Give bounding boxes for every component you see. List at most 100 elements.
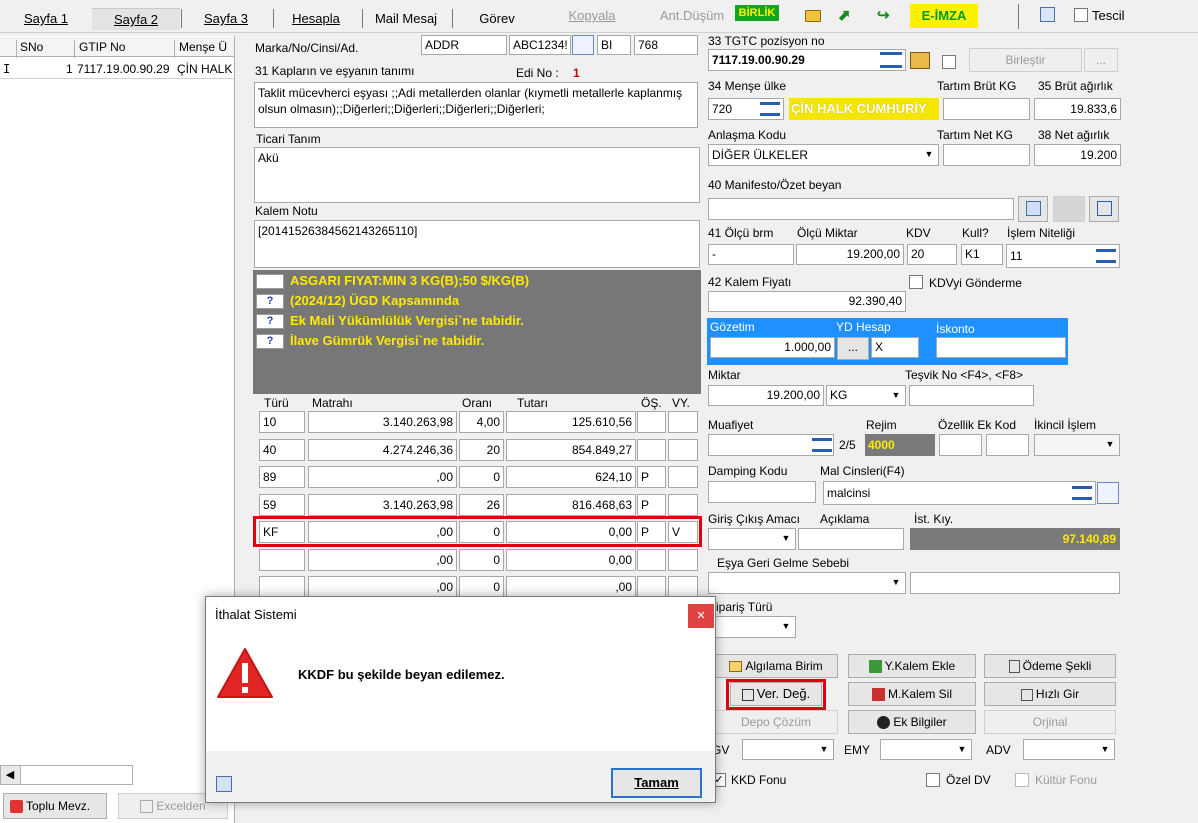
marka-field-4[interactable]: 768 <box>634 35 698 55</box>
tax-tutar[interactable]: ,00 <box>506 576 636 598</box>
tgtc-field[interactable]: 7117.19.00.90.29 <box>708 49 906 71</box>
net-field[interactable]: 19.200 <box>1034 144 1121 166</box>
col-sno[interactable]: SNo <box>16 40 43 58</box>
anlasma-select[interactable]: DİĞER ÜLKELER ▼ <box>708 144 939 166</box>
kull-field[interactable]: K1 <box>961 244 1003 265</box>
tescil-checkbox[interactable] <box>1074 8 1088 22</box>
odeme-sekli-button[interactable]: Ödeme Şekli <box>984 654 1116 678</box>
tax-os[interactable] <box>637 439 666 461</box>
ek-bilgiler-button[interactable]: Ek Bilgiler <box>848 710 976 734</box>
tax-vy[interactable] <box>668 439 698 461</box>
tax-os[interactable] <box>637 411 666 433</box>
hizli-gir-button[interactable]: Hızlı Gir <box>984 682 1116 706</box>
mal-cins-lookup-icon[interactable] <box>1072 486 1092 500</box>
algilama-birim-button[interactable]: Algılama Birim <box>714 654 838 678</box>
iskonto-field[interactable] <box>936 337 1066 358</box>
kopyala-button[interactable]: Kopyala <box>555 5 629 27</box>
toplu-mevz-button[interactable]: Toplu Mevz. <box>3 793 107 819</box>
col-mense[interactable]: Menşe Ü <box>174 40 227 58</box>
help-icon[interactable]: ? <box>256 314 284 330</box>
mail-mesaj-button[interactable]: Mail Mesaj <box>366 8 446 30</box>
kalem-notu-textarea[interactable]: [20141526384562143265110] <box>254 220 700 268</box>
ikincil-select[interactable]: ▼ <box>1034 434 1120 456</box>
help-icon[interactable]: ? <box>256 294 284 310</box>
tax-tutar[interactable]: 854.849,27 <box>506 439 636 461</box>
tax-tur[interactable]: 40 <box>259 439 305 461</box>
brut-field[interactable]: 19.833,6 <box>1034 98 1121 120</box>
search-doc-icon[interactable] <box>1040 7 1055 22</box>
tax-tur[interactable]: 59 <box>259 494 305 516</box>
mense-lookup-icon[interactable] <box>760 102 780 116</box>
box-icon[interactable] <box>910 52 930 69</box>
giris-select[interactable]: ▼ <box>708 528 796 550</box>
tax-oran[interactable]: 0 <box>459 549 504 571</box>
tax-oran[interactable]: 0 <box>459 576 504 598</box>
e-imza-button[interactable]: E-İMZA <box>910 4 978 28</box>
redo-arrow-icon[interactable]: ↪ <box>877 8 895 24</box>
ozellik-field-1[interactable] <box>939 434 982 456</box>
tax-tutar[interactable]: 0,00 <box>506 549 636 571</box>
miktar-field[interactable]: 19.200,00 <box>708 385 824 406</box>
gorev-button[interactable]: Görev <box>468 8 526 30</box>
gozetim-field[interactable]: 1.000,00 <box>710 337 835 358</box>
y-kalem-ekle-button[interactable]: Y.Kalem Ekle <box>848 654 976 678</box>
dialog-ok-button[interactable]: Tamam <box>611 768 702 798</box>
marka-field-3[interactable]: BI <box>597 35 631 55</box>
aciklama-field[interactable] <box>798 528 904 550</box>
edit-pencil-icon[interactable] <box>1097 482 1119 504</box>
blank-icon[interactable] <box>256 274 284 290</box>
help-icon[interactable]: ? <box>256 334 284 350</box>
tartim-net-field[interactable] <box>943 144 1030 166</box>
upload-arrow-icon[interactable]: ⬈ <box>838 8 856 24</box>
more-button[interactable]: ... <box>1084 48 1118 72</box>
manifesto-doc-button[interactable] <box>1089 196 1119 222</box>
m-kalem-sil-button[interactable]: M.Kalem Sil <box>848 682 976 706</box>
tax-os[interactable] <box>637 576 666 598</box>
ozellik-field-2[interactable] <box>986 434 1029 456</box>
edit-pencil-icon[interactable] <box>572 35 594 55</box>
tgtc-checkbox[interactable] <box>942 55 956 69</box>
folder-icon[interactable] <box>805 10 821 22</box>
tax-tur[interactable] <box>259 549 305 571</box>
muafiyet-lookup-icon[interactable] <box>812 438 832 452</box>
birlestir-button[interactable]: Birleştir <box>969 48 1082 72</box>
islem-lookup-icon[interactable] <box>1096 249 1116 263</box>
tax-matrah[interactable]: ,00 <box>308 576 457 598</box>
tax-matrah[interactable]: ,00 <box>308 549 457 571</box>
manifesto-blank-button[interactable] <box>1053 196 1085 222</box>
tab-sayfa-2[interactable]: Sayfa 2 <box>92 8 180 30</box>
tax-matrah[interactable]: 4.274.246,36 <box>308 439 457 461</box>
tgtc-lookup-icon[interactable] <box>880 52 902 68</box>
mense-name-field[interactable]: ÇİN HALK CUMHURİY <box>789 98 939 120</box>
tab-sayfa-1[interactable]: Sayfa 1 <box>10 8 82 30</box>
tax-os[interactable]: P <box>637 494 666 516</box>
manifesto-field[interactable] <box>708 198 1014 220</box>
orjinal-button[interactable]: Orjinal <box>984 710 1116 734</box>
tax-tutar[interactable]: 624,10 <box>506 466 636 488</box>
tax-tur[interactable] <box>259 576 305 598</box>
esya-geri-select[interactable]: ▼ <box>708 572 906 594</box>
tax-tur[interactable]: 89 <box>259 466 305 488</box>
tax-vy[interactable] <box>668 494 698 516</box>
depo-cozum-button[interactable]: Depo Çözüm <box>714 710 838 734</box>
scroll-thumb[interactable] <box>20 766 132 784</box>
emy-select[interactable]: ▼ <box>880 739 972 760</box>
tax-matrah[interactable]: ,00 <box>308 466 457 488</box>
marka-field-1[interactable]: ADDR <box>421 35 507 55</box>
tax-os[interactable]: P <box>637 466 666 488</box>
tartim-brut-field[interactable] <box>943 98 1030 120</box>
olcu-miktar-field[interactable]: 19.200,00 <box>796 244 904 265</box>
tesvik-field[interactable] <box>909 385 1034 406</box>
esya-geri-field[interactable] <box>910 572 1120 594</box>
gv-select[interactable]: ▼ <box>742 739 834 760</box>
yd-hesap-button[interactable]: ... <box>837 337 869 360</box>
ticari-textarea[interactable]: Akü <box>254 147 700 203</box>
olcu-brm-field[interactable]: - <box>708 244 794 265</box>
tax-tur[interactable]: 10 <box>259 411 305 433</box>
rejim-field[interactable]: 4000 <box>865 434 935 456</box>
yd-hesap-field[interactable]: X <box>871 337 919 358</box>
tax-oran[interactable]: 4,00 <box>459 411 504 433</box>
adv-select[interactable]: ▼ <box>1023 739 1115 760</box>
kultur-fonu-checkbox[interactable] <box>1015 773 1029 787</box>
tax-vy[interactable] <box>668 576 698 598</box>
